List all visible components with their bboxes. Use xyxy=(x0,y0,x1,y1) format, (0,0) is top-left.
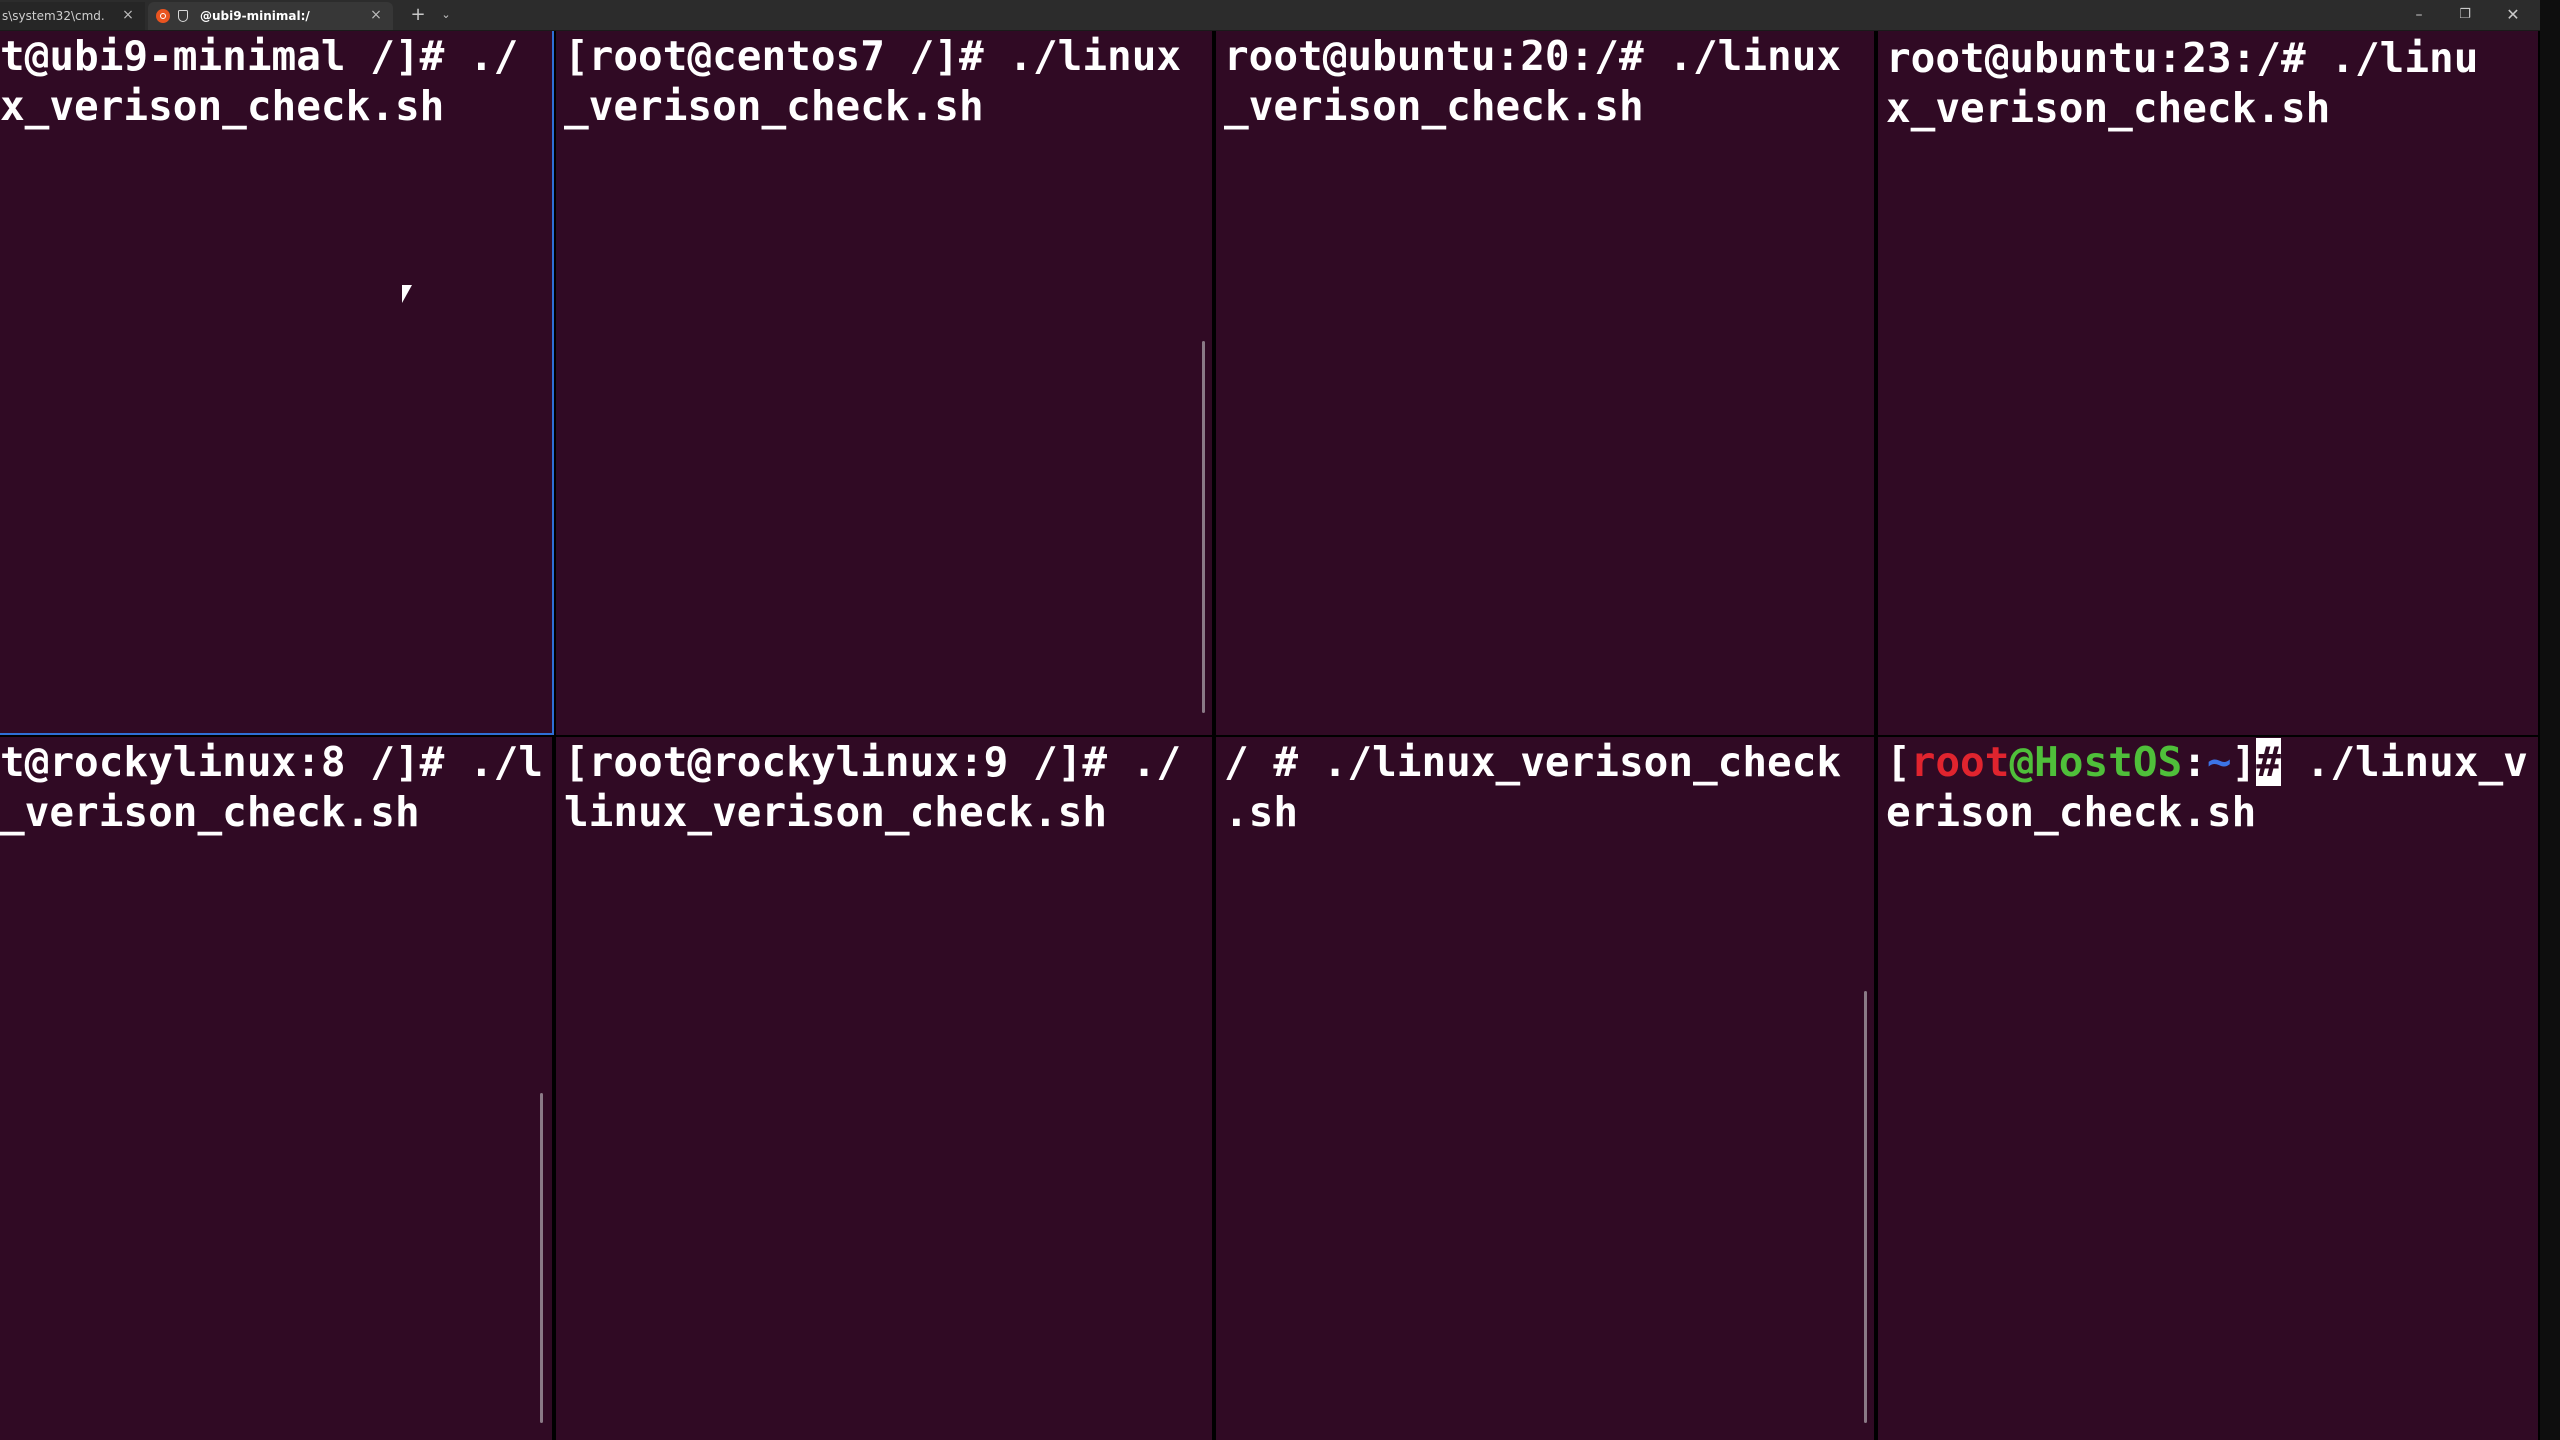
prompt-colon: : xyxy=(2182,738,2207,786)
command-line-1: root@ubuntu:20:/# ./linux xyxy=(1224,32,1842,80)
command-line-1: [root@HostOS:~]# ./linux_v xyxy=(1886,738,2528,786)
command-line-2: _verison_check.sh xyxy=(564,82,984,130)
terminal-output: [root@centos7 /]# ./linux _verison_check… xyxy=(564,31,1181,131)
terminal-pane-rockylinux-9[interactable]: [root@rockylinux:9 /]# ./ linux_verison_… xyxy=(556,737,1212,1440)
tab-cmd[interactable]: s\system32\cmd. × xyxy=(0,2,145,30)
terminal-output: root@ubuntu:20:/# ./linux _verison_check… xyxy=(1224,31,1841,131)
scrollbar[interactable] xyxy=(1202,341,1205,713)
tab-label: @ubi9-minimal:/ xyxy=(200,9,310,23)
text-cursor: # xyxy=(2256,738,2281,786)
command-text: ./linux_v xyxy=(2280,738,2528,786)
terminal-output: t@ubi9-minimal /]# ./ x_verison_check.sh xyxy=(0,31,518,131)
command-line-2: .sh xyxy=(1224,788,1299,836)
command-line-1: t@ubi9-minimal /]# ./ xyxy=(0,32,519,80)
command-line-1: [root@rockylinux:9 /]# ./ xyxy=(564,738,1182,786)
prompt-bracket: ] xyxy=(2231,738,2257,786)
shield-icon xyxy=(178,10,188,22)
terminal-pane-ubuntu-20[interactable]: root@ubuntu:20:/# ./linux _verison_check… xyxy=(1216,31,1874,735)
new-tab-button[interactable]: + xyxy=(408,4,428,26)
command-line-1: t@rockylinux:8 /]# ./l xyxy=(0,738,544,786)
command-line-1: root@ubuntu:23:/# ./linu xyxy=(1886,34,2479,82)
command-line-2: erison_check.sh xyxy=(1886,788,2257,836)
command-line-2: x_verison_check.sh xyxy=(1886,84,2331,132)
terminal-pane-ubi9-minimal[interactable]: t@ubi9-minimal /]# ./ x_verison_check.sh xyxy=(0,31,554,735)
restore-button[interactable]: ❐ xyxy=(2450,4,2480,26)
terminal-output: [root@rockylinux:9 /]# ./ linux_verison_… xyxy=(564,737,1181,837)
minimize-button[interactable]: – xyxy=(2404,4,2434,26)
command-line-1: [root@centos7 /]# ./linux xyxy=(564,32,1182,80)
tab-label: s\system32\cmd. xyxy=(2,9,105,23)
command-line-2: x_verison_check.sh xyxy=(0,82,445,130)
command-line-2: linux_verison_check.sh xyxy=(564,788,1108,836)
prompt-path: ~ xyxy=(2206,738,2232,786)
scrollbar[interactable] xyxy=(540,1093,543,1423)
mouse-pointer-icon xyxy=(402,285,412,303)
prompt-user: root xyxy=(1910,738,2010,786)
prompt-at: @ xyxy=(2009,738,2035,786)
terminal-pane-hostos[interactable]: [root@HostOS:~]# ./linux_v erison_check.… xyxy=(1878,737,2538,1440)
terminal-output: root@ubuntu:23:/# ./linu x_verison_check… xyxy=(1886,33,2478,133)
command-line-1: / # ./linux_verison_check xyxy=(1224,738,1842,786)
tab-ubi9-minimal[interactable]: @ubi9-minimal:/ × xyxy=(148,2,393,30)
terminal-pane-rockylinux-8[interactable]: t@rockylinux:8 /]# ./l _verison_check.sh xyxy=(0,737,552,1440)
terminal-output: / # ./linux_verison_check .sh xyxy=(1224,737,1841,837)
terminal-pane-ubuntu-23[interactable]: root@ubuntu:23:/# ./linu x_verison_check… xyxy=(1878,31,2538,735)
tab-dropdown-button[interactable]: ⌄ xyxy=(436,4,456,26)
window-edge xyxy=(2540,0,2560,1440)
close-tab-icon[interactable]: × xyxy=(121,8,135,22)
title-bar: s\system32\cmd. × @ubi9-minimal:/ × + ⌄ … xyxy=(0,0,2540,31)
close-tab-icon[interactable]: × xyxy=(369,8,383,22)
terminal-pane-alpine[interactable]: / # ./linux_verison_check .sh xyxy=(1216,737,1874,1440)
terminal-output: t@rockylinux:8 /]# ./l _verison_check.sh xyxy=(0,737,543,837)
ubuntu-icon xyxy=(156,9,170,23)
terminal-pane-centos7[interactable]: [root@centos7 /]# ./linux _verison_check… xyxy=(556,31,1212,735)
command-line-2: _verison_check.sh xyxy=(1224,82,1644,130)
scrollbar[interactable] xyxy=(1864,991,1867,1423)
close-window-button[interactable]: ✕ xyxy=(2498,4,2528,26)
prompt-host: HostOS xyxy=(2034,738,2183,786)
command-line-2: _verison_check.sh xyxy=(0,788,420,836)
prompt-bracket: [ xyxy=(1886,738,1911,786)
terminal-output: [root@HostOS:~]# ./linux_v erison_check.… xyxy=(1886,737,2528,837)
